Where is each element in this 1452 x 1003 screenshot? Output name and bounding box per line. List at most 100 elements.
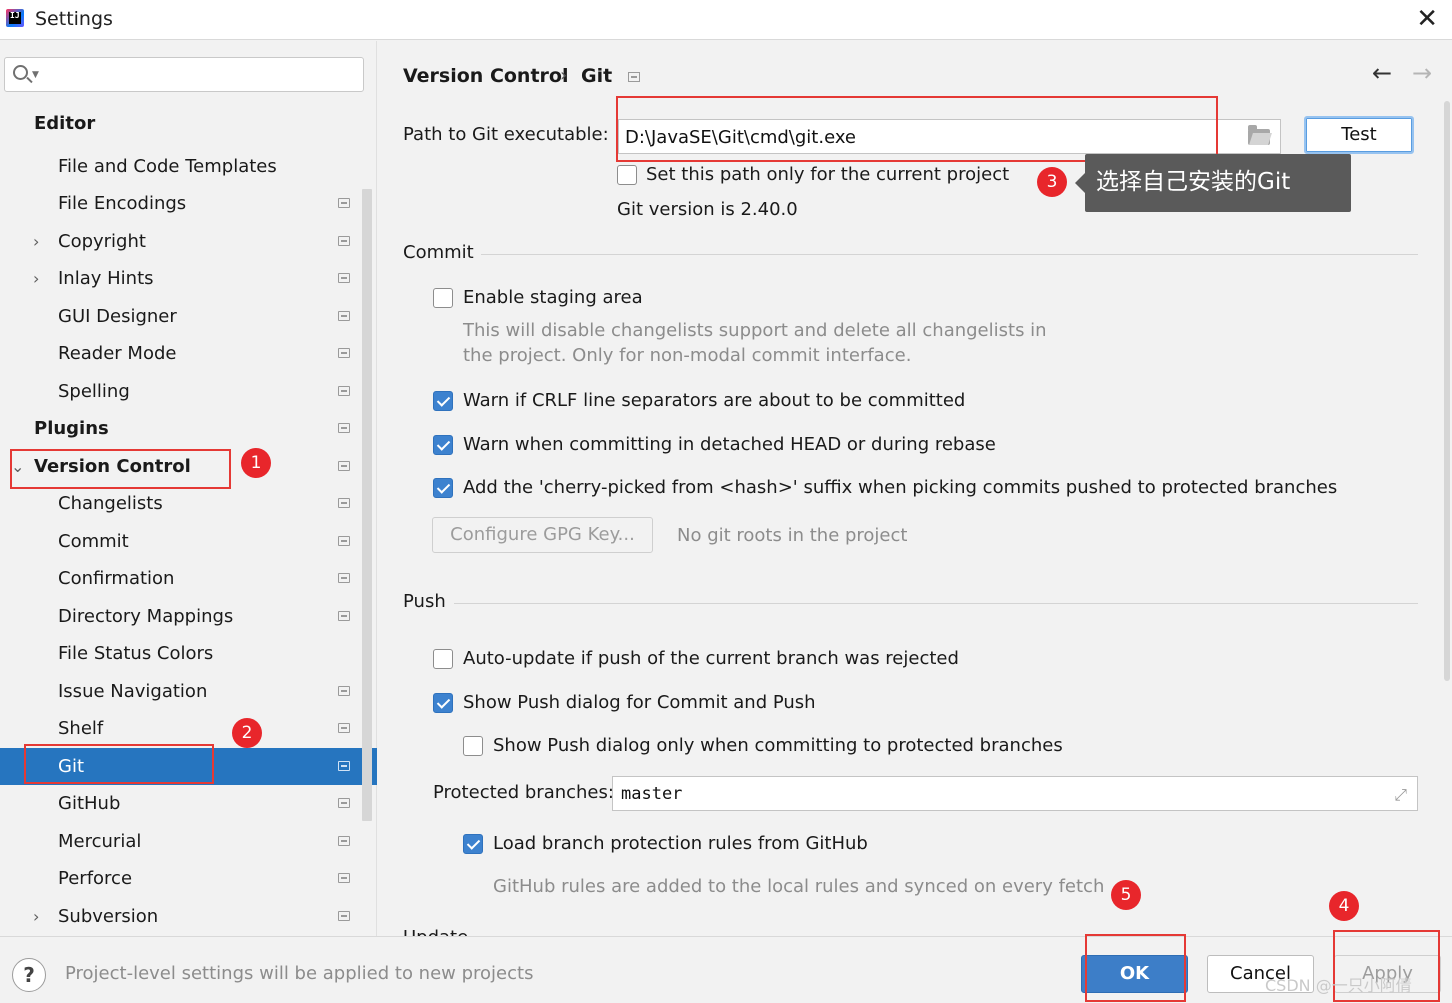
cherry-pick-suffix-label: Add the 'cherry-picked from <hash>' suff… (463, 477, 1338, 498)
sidebar-item-label: File Status Colors (58, 643, 214, 664)
window-title: Settings (35, 8, 113, 30)
enable-staging-checkbox[interactable] (433, 288, 453, 308)
chevron-right-icon[interactable]: › (33, 223, 39, 260)
configure-gpg-button[interactable]: Configure GPG Key... (432, 517, 653, 553)
sidebar-item-gui-designer[interactable]: GUI Designer (0, 298, 377, 335)
annotation-tooltip: 选择自己安装的Git (1075, 154, 1351, 212)
show-push-dialog-label: Show Push dialog for Commit and Push (463, 692, 816, 713)
project-scope-icon (338, 573, 350, 583)
sidebar-item-github[interactable]: GitHub (0, 785, 377, 822)
expand-icon[interactable]: ⤢ (1394, 785, 1407, 805)
push-dialog-protected-checkbox[interactable] (463, 736, 483, 756)
project-scope-icon (338, 836, 350, 846)
cherry-pick-suffix-checkbox[interactable] (433, 478, 453, 498)
sidebar-item-label: Changelists (58, 493, 163, 514)
sidebar-item-label: Commit (58, 531, 129, 552)
protected-branches-field[interactable]: ⤢ (612, 776, 1418, 811)
sidebar-item-perforce[interactable]: Perforce (0, 860, 377, 897)
sidebar-item-label: Directory Mappings (58, 606, 234, 627)
sidebar-item-commit[interactable]: Commit (0, 523, 377, 560)
current-project-only-label: Set this path only for the current proje… (646, 164, 1010, 185)
no-git-roots-text: No git roots in the project (677, 525, 908, 546)
enable-staging-label: Enable staging area (463, 287, 643, 308)
sidebar-item-label: Plugins (34, 418, 109, 439)
sidebar-item-changelists[interactable]: Changelists (0, 485, 377, 522)
project-scope-icon (628, 72, 640, 82)
warn-detached-label: Warn when committing in detached HEAD or… (463, 434, 996, 455)
sidebar-item-file-encodings[interactable]: File Encodings (0, 185, 377, 222)
close-icon[interactable]: ✕ (1416, 6, 1438, 32)
sidebar-item-plugins[interactable]: Plugins (0, 410, 377, 447)
annotation-badge-5: 5 (1111, 880, 1141, 910)
project-scope-icon (338, 536, 350, 546)
sidebar-item-mercurial[interactable]: Mercurial (0, 823, 377, 860)
sidebar-item-label: File Encodings (58, 193, 187, 214)
sidebar-item-file-and-code-templates[interactable]: File and Code Templates (0, 148, 377, 185)
csdn-watermark: CSDN @一只小阿倩 (1265, 976, 1412, 995)
annotation-badge-4: 4 (1329, 891, 1359, 921)
sidebar-item-spelling[interactable]: Spelling (0, 373, 377, 410)
project-scope-icon (338, 311, 350, 321)
sidebar-item-label: Mercurial (58, 831, 142, 852)
forward-arrow-icon[interactable]: → (1412, 59, 1432, 87)
warn-crlf-label: Warn if CRLF line separators are about t… (463, 390, 966, 411)
warn-detached-checkbox[interactable] (433, 435, 453, 455)
project-scope-icon (338, 198, 350, 208)
sidebar-item-label: Confirmation (58, 568, 175, 589)
push-divider (454, 603, 1418, 604)
show-push-dialog-checkbox[interactable] (433, 693, 453, 713)
warn-crlf-checkbox[interactable] (433, 391, 453, 411)
sidebar-item-label: Subversion (58, 906, 159, 927)
project-scope-icon (338, 273, 350, 283)
chevron-right-icon[interactable]: › (33, 898, 39, 935)
auto-update-label: Auto-update if push of the current branc… (463, 648, 959, 669)
main-scrollbar[interactable] (1444, 101, 1450, 681)
staging-note-line-2: the project. Only for non-modal commit i… (463, 345, 912, 366)
settings-search[interactable]: ▼ (4, 57, 364, 92)
chevron-right-icon[interactable]: › (33, 260, 39, 297)
breadcrumb-parent[interactable]: Version Control (403, 65, 568, 87)
sidebar-item-reader-mode[interactable]: Reader Mode (0, 335, 377, 372)
intellij-app-icon: IJ (6, 9, 24, 27)
test-button[interactable]: Test (1304, 116, 1414, 154)
sidebar-item-file-status-colors[interactable]: File Status Colors (0, 635, 377, 672)
sidebar-item-copyright[interactable]: › Copyright (0, 223, 377, 260)
protected-branches-label: Protected branches: (433, 782, 614, 803)
protected-branches-input[interactable] (621, 782, 1361, 806)
sidebar-item-confirmation[interactable]: Confirmation (0, 560, 377, 597)
project-scope-icon (338, 611, 350, 621)
folder-icon[interactable] (1248, 125, 1270, 145)
project-scope-icon (338, 761, 350, 771)
sidebar-item-subversion[interactable]: › Subversion (0, 898, 377, 935)
auto-update-checkbox[interactable] (433, 649, 453, 669)
load-protection-rules-checkbox[interactable] (463, 834, 483, 854)
breadcrumb-current: Git (581, 65, 613, 87)
annotation-badge-3: 3 (1037, 167, 1067, 197)
sidebar-item-label: Perforce (58, 868, 133, 889)
current-project-only-checkbox[interactable] (617, 165, 637, 185)
back-arrow-icon[interactable]: ← (1372, 59, 1392, 87)
push-dialog-protected-label: Show Push dialog only when committing to… (493, 735, 1063, 756)
sidebar-item-shelf[interactable]: Shelf (0, 710, 377, 747)
sidebar-item-editor[interactable]: Editor (0, 105, 377, 142)
git-path-label: Path to Git executable: (403, 124, 609, 145)
project-scope-icon (338, 386, 350, 396)
help-icon[interactable]: ? (12, 958, 46, 992)
load-protection-rules-label: Load branch protection rules from GitHub (493, 833, 868, 854)
sidebar-scrollbar[interactable] (362, 189, 372, 821)
update-section-header: Update (403, 927, 468, 936)
sidebar-item-label: Editor (34, 113, 96, 134)
project-scope-icon (338, 723, 350, 733)
sidebar-item-label: Issue Navigation (58, 681, 208, 702)
chevron-down-icon[interactable]: ▼ (32, 70, 39, 80)
sidebar-item-directory-mappings[interactable]: Directory Mappings (0, 598, 377, 635)
commit-section-header: Commit (403, 242, 474, 263)
sidebar-item-label: Reader Mode (58, 343, 177, 364)
staging-note-line-1: This will disable changelists support an… (463, 320, 1047, 341)
sidebar-item-label: GUI Designer (58, 306, 177, 327)
sidebar-item-issue-navigation[interactable]: Issue Navigation (0, 673, 377, 710)
search-input[interactable] (45, 64, 355, 86)
annotation-box-git (24, 744, 214, 784)
sidebar-item-inlay-hints[interactable]: › Inlay Hints (0, 260, 377, 297)
project-level-note: Project-level settings will be applied t… (65, 963, 534, 984)
